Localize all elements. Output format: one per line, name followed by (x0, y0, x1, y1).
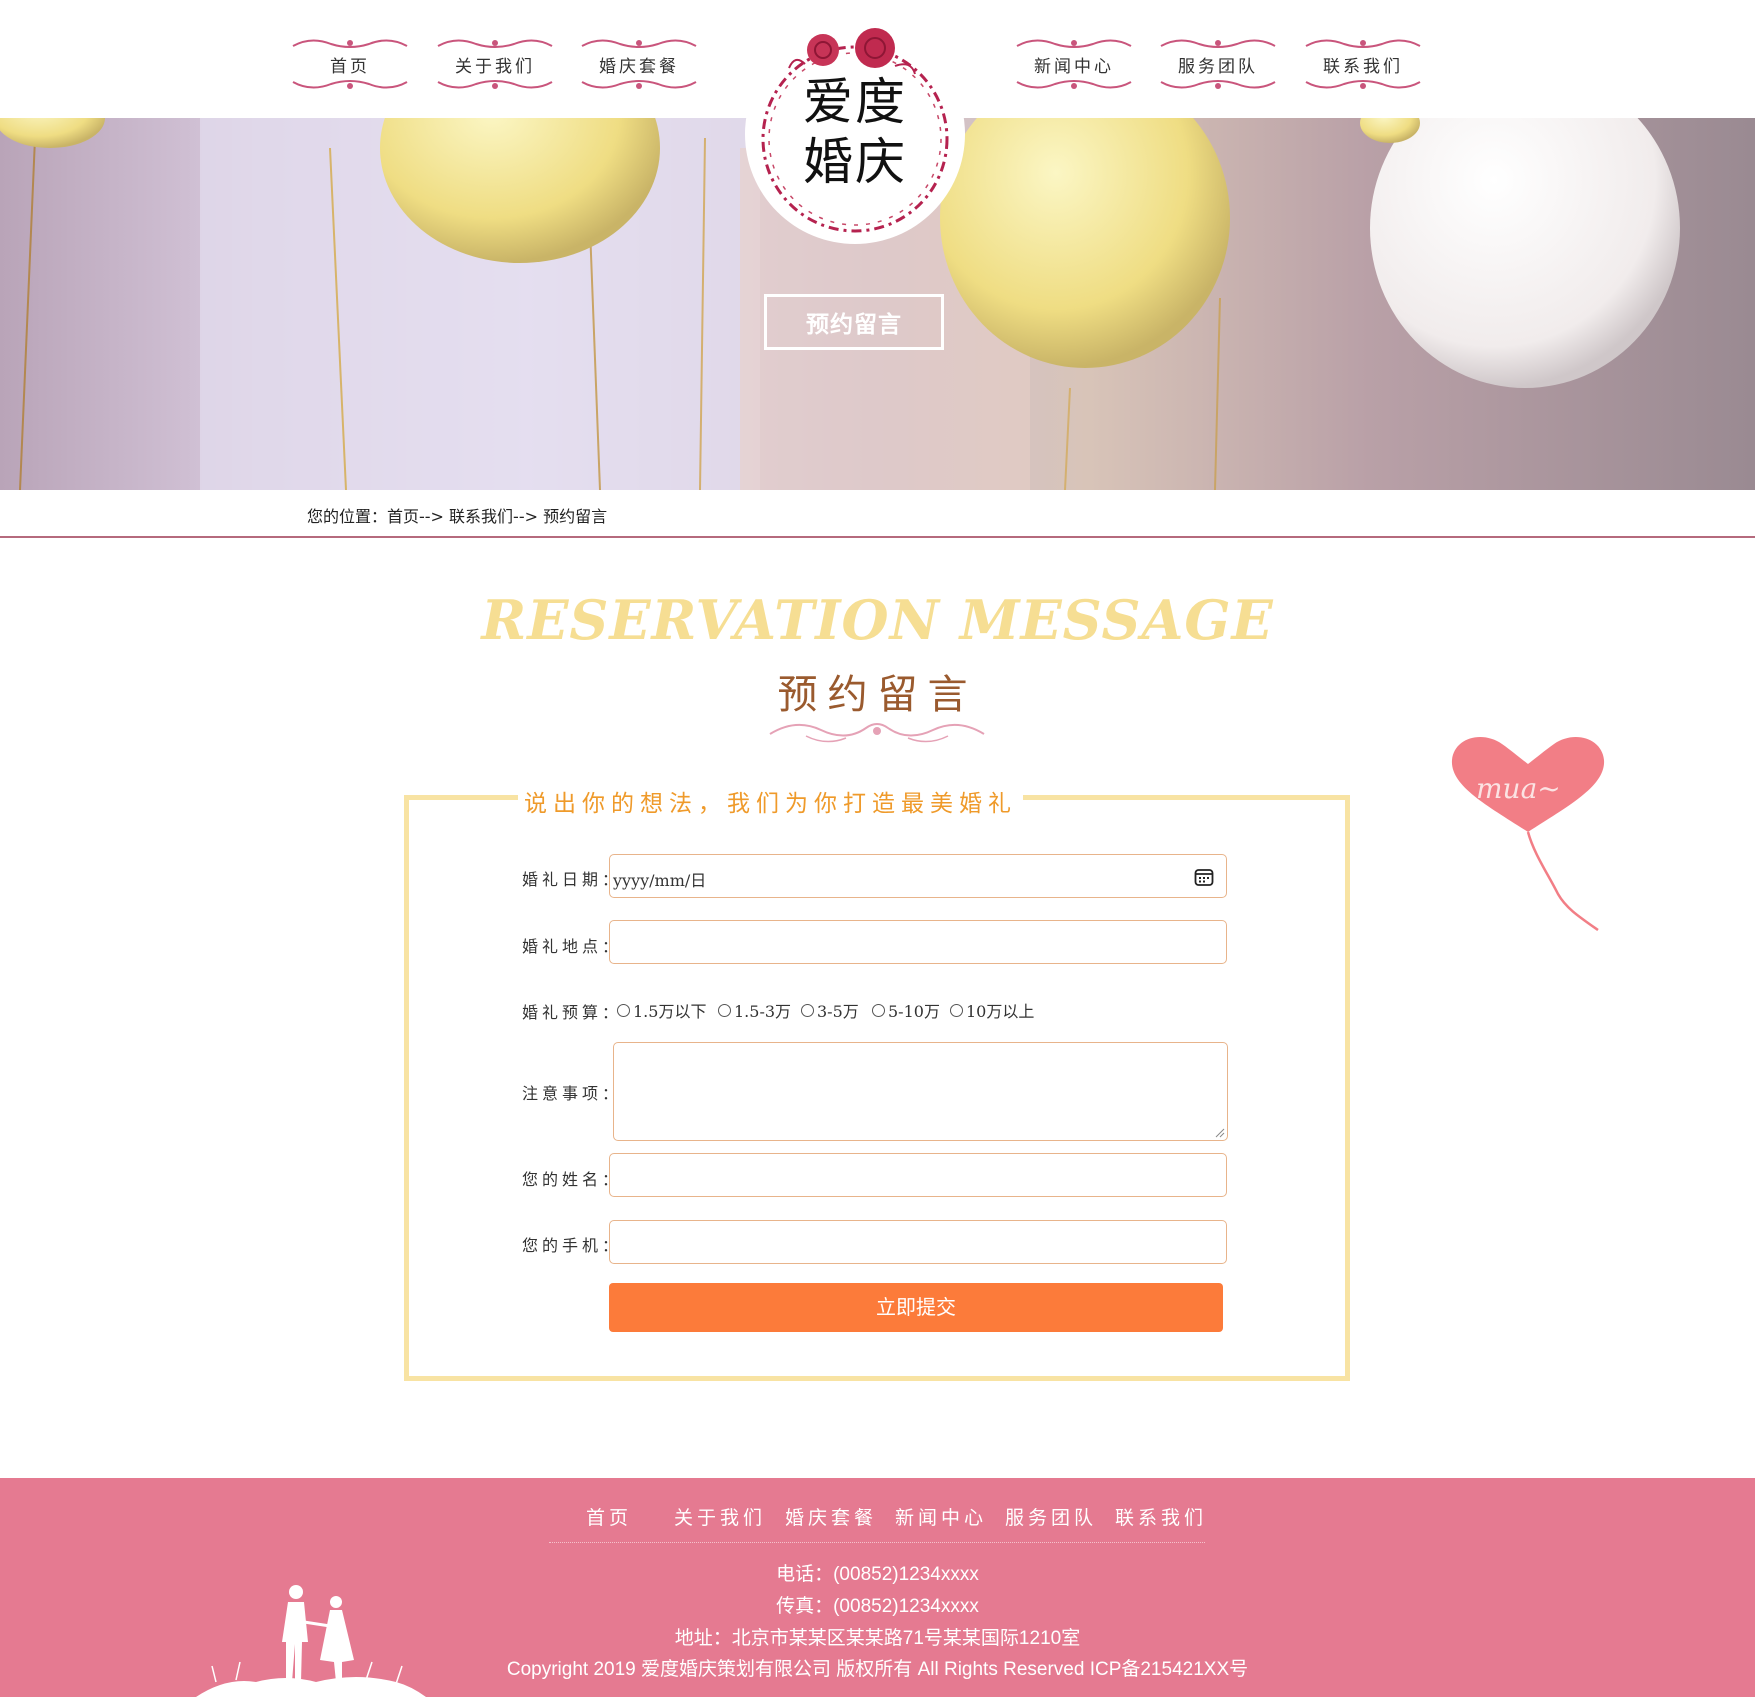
budget-option-label: 10万以上 (966, 1002, 1035, 1021)
budget-option[interactable]: 10万以上 (950, 998, 1034, 1022)
logo-text: 爱度 婚庆 (745, 72, 965, 192)
radio-circle[interactable] (872, 1004, 885, 1017)
nav-label: 新闻中心 (1034, 57, 1114, 77)
footer-nav-packages[interactable]: 婚庆套餐 (785, 1503, 877, 1530)
wedding-place-input[interactable] (609, 920, 1227, 964)
nav-label: 首页 (330, 57, 370, 77)
budget-option-label: 1.5万以下 (633, 1002, 707, 1021)
footer: 首页 关于我们 婚庆套餐 新闻中心 服务团队 联系我们 电话：(00852)12… (0, 1478, 1755, 1697)
section-title-cn: 预约留言 (777, 672, 978, 718)
resize-grip-icon[interactable] (1215, 1128, 1225, 1138)
nav-packages[interactable]: 婚庆套餐 (580, 36, 698, 92)
notes-textarea[interactable] (613, 1042, 1228, 1141)
nav-contact[interactable]: 联系我们 (1304, 36, 1422, 92)
logo-line-2: 婚庆 (803, 133, 907, 191)
heart-text: mua~ (1476, 772, 1561, 805)
radio-circle[interactable] (718, 1004, 731, 1017)
wedding-date-label: 婚礼日期： (522, 870, 623, 889)
radio-circle[interactable] (617, 1004, 630, 1017)
radio-circle[interactable] (801, 1004, 814, 1017)
phone-label: 您的手机： (522, 1236, 623, 1255)
notes-label: 注意事项： (522, 1084, 623, 1103)
nav-label: 关于我们 (455, 57, 535, 77)
calendar-icon[interactable] (1194, 867, 1214, 887)
budget-option-label: 1.5-3万 (734, 1002, 792, 1021)
budget-option-label: 3-5万 (817, 1002, 859, 1021)
budget-option-label: 5-10万 (888, 1002, 940, 1021)
wedding-place-label: 婚礼地点： (522, 937, 623, 956)
footer-nav-contact[interactable]: 联系我们 (1115, 1503, 1207, 1530)
budget-option[interactable]: 1.5-3万 (718, 998, 791, 1022)
breadcrumb: 您的位置：首页--> 联系我们--> 预约留言 (0, 490, 1755, 538)
nav-about[interactable]: 关于我们 (436, 36, 554, 92)
date-placeholder: yyyy/mm/日 (613, 871, 707, 890)
footer-nav-about[interactable]: 关于我们 (674, 1503, 766, 1530)
footer-nav-news[interactable]: 新闻中心 (895, 1503, 987, 1530)
name-label: 您的姓名： (522, 1170, 623, 1189)
footer-nav-home[interactable]: 首页 (586, 1503, 632, 1530)
radio-circle[interactable] (950, 1004, 963, 1017)
footer-divider (549, 1542, 1205, 1543)
phone-input[interactable] (609, 1220, 1227, 1264)
section-title-en: RESERVATION MESSAGE (481, 588, 1274, 652)
budget-option[interactable]: 3-5万 (801, 998, 859, 1022)
nav-news[interactable]: 新闻中心 (1015, 36, 1133, 92)
nav-label: 婚庆套餐 (599, 57, 679, 77)
nav-label: 服务团队 (1178, 57, 1258, 77)
logo-line-1: 爱度 (803, 73, 907, 131)
couple-silhouette-icon (196, 1585, 426, 1697)
nav-label: 联系我们 (1323, 57, 1403, 77)
submit-button[interactable]: 立即提交 (609, 1283, 1223, 1332)
banner-title: 预约留言 (764, 294, 944, 350)
footer-nav-team[interactable]: 服务团队 (1005, 1503, 1097, 1530)
heart-balloon-icon: mua~ (1451, 737, 1605, 932)
wedding-budget-label: 婚礼预算： (522, 1003, 623, 1022)
logo[interactable]: 爱度 婚庆 (745, 24, 965, 244)
form-legend: 说出你的想法，我们为你打造最美婚礼 (518, 784, 1023, 818)
breadcrumb-text[interactable]: 您的位置：首页--> 联系我们--> 预约留言 (307, 503, 607, 527)
name-input[interactable] (609, 1153, 1227, 1197)
nav-home[interactable]: 首页 (291, 36, 409, 92)
flourish-ornament-icon (769, 723, 985, 743)
nav-team[interactable]: 服务团队 (1159, 36, 1277, 92)
budget-option[interactable]: 5-10万 (872, 998, 940, 1022)
wedding-date-input[interactable]: yyyy/mm/日 (609, 854, 1227, 898)
budget-option[interactable]: 1.5万以下 (617, 998, 706, 1022)
